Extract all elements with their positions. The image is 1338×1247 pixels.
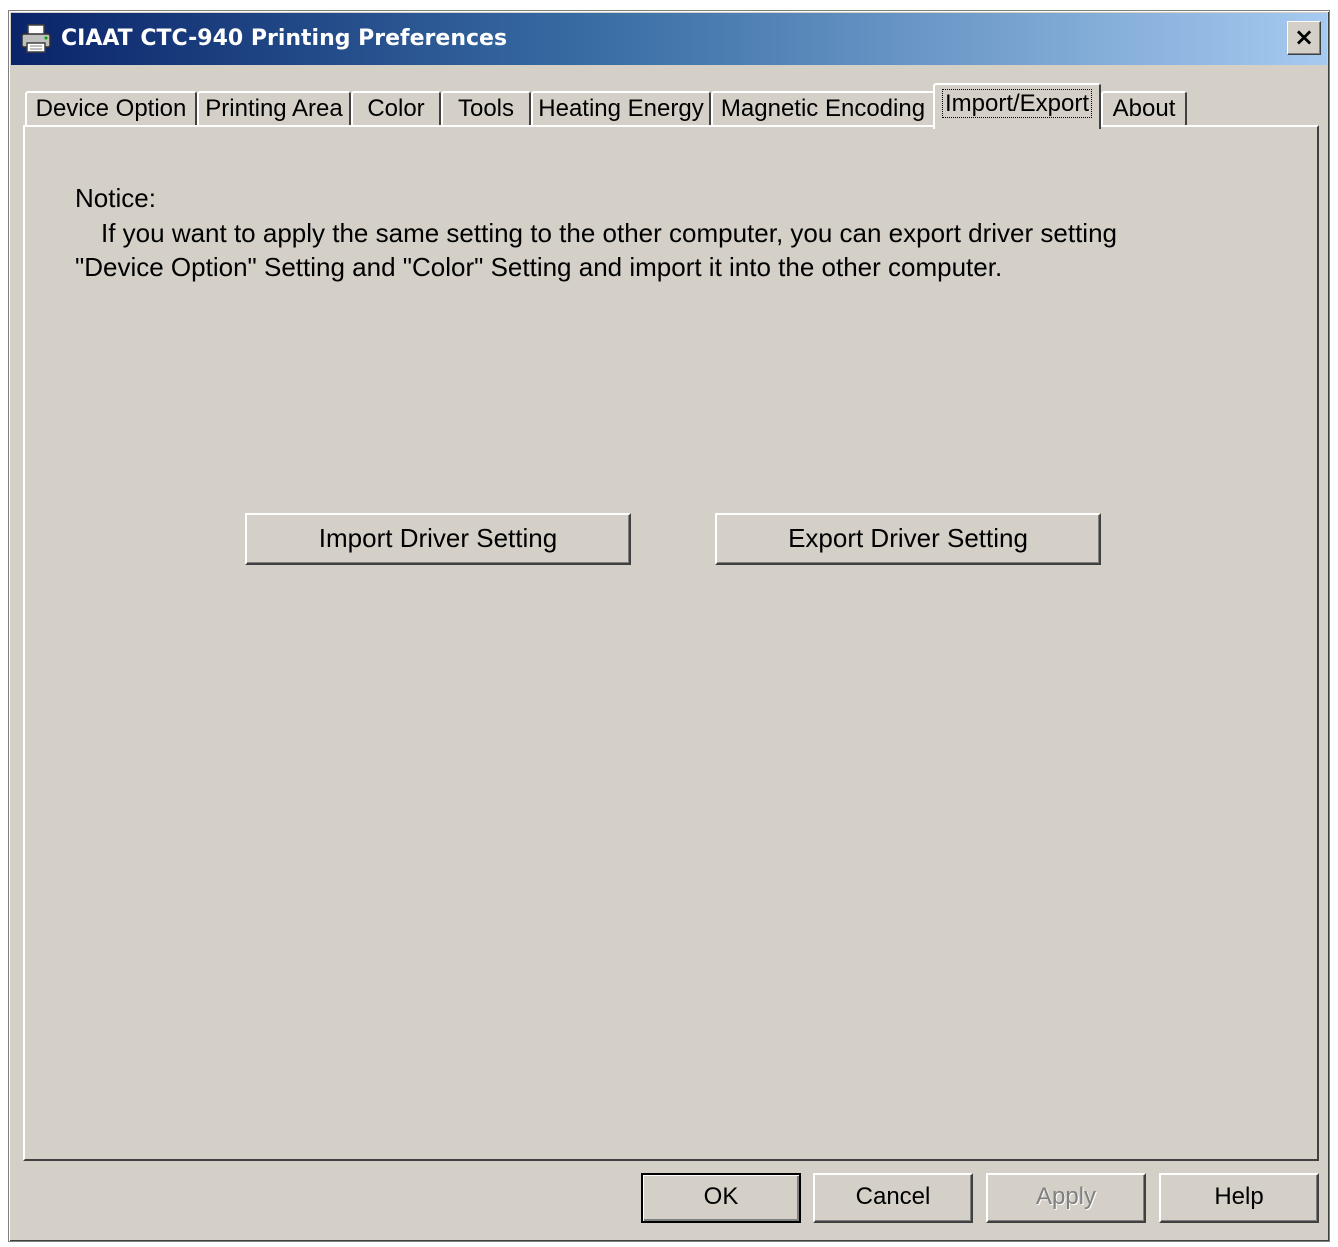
tab-device-option[interactable]: Device Option — [25, 91, 197, 127]
help-button[interactable]: Help — [1159, 1173, 1319, 1223]
tab-magnetic-encoding[interactable]: Magnetic Encoding — [711, 91, 935, 127]
tab-about[interactable]: About — [1101, 91, 1187, 127]
import-driver-setting-button[interactable]: Import Driver Setting — [245, 513, 631, 565]
tab-label: About — [1112, 95, 1176, 122]
tab-import-export[interactable]: Import/Export — [933, 83, 1101, 129]
printer-icon — [21, 24, 51, 53]
tab-label: Magnetic Encoding — [720, 95, 926, 122]
tab-color[interactable]: Color — [351, 91, 441, 127]
tab-printing-area[interactable]: Printing Area — [197, 91, 351, 127]
notice-heading: Notice: — [75, 183, 156, 213]
cancel-button[interactable]: Cancel — [813, 1173, 973, 1223]
ok-button[interactable]: OK — [641, 1173, 801, 1223]
tab-label: Device Option — [35, 95, 187, 122]
tab-heating-energy[interactable]: Heating Energy — [531, 91, 711, 127]
window-title: CIAAT CTC-940 Printing Preferences — [61, 26, 508, 51]
close-button[interactable]: × — [1287, 21, 1321, 55]
notice-text-line-2: "Device Option" Setting and "Color" Sett… — [75, 252, 1003, 282]
title-bar[interactable]: CIAAT CTC-940 Printing Preferences × — [11, 13, 1327, 65]
tab-label: Heating Energy — [538, 95, 704, 122]
tab-label: Import/Export — [941, 89, 1093, 118]
export-driver-setting-button[interactable]: Export Driver Setting — [715, 513, 1101, 565]
tab-label: Tools — [457, 95, 515, 122]
notice-text-line-1: If you want to apply the same setting to… — [101, 218, 1118, 248]
apply-button: Apply — [986, 1173, 1146, 1223]
tab-tools[interactable]: Tools — [441, 91, 531, 127]
import-export-panel: Notice: If you want to apply the same se… — [23, 125, 1319, 1161]
tab-label: Color — [367, 95, 425, 122]
printing-preferences-dialog: CIAAT CTC-940 Printing Preferences × Dev… — [8, 10, 1330, 1242]
tab-label: Printing Area — [205, 95, 343, 122]
